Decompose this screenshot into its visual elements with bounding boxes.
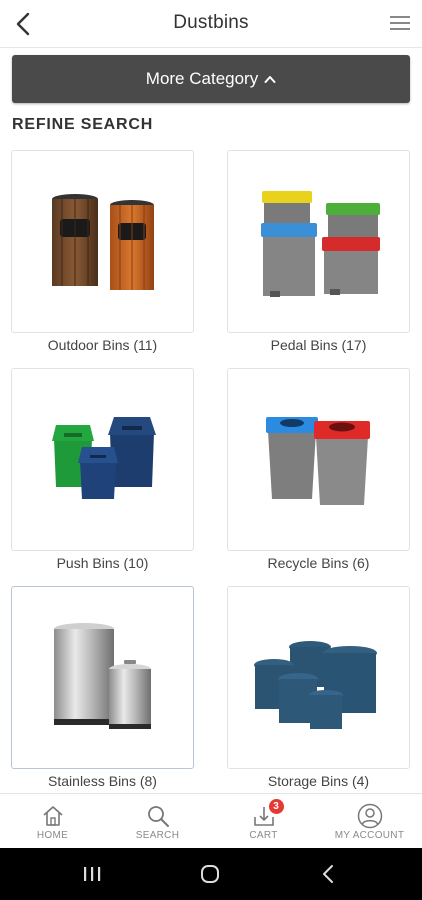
account-icon — [357, 803, 383, 829]
push-bins-image — [52, 417, 156, 499]
pedal-bins-image — [261, 191, 380, 297]
home-icon — [41, 803, 65, 829]
category-card-recycle-bins[interactable] — [227, 368, 410, 551]
category-label-stainless-bins[interactable]: Stainless Bins (8) — [11, 773, 194, 789]
menu-button[interactable] — [386, 10, 414, 36]
recycle-bins-image — [266, 417, 370, 505]
more-category-label: More Category — [145, 69, 259, 88]
category-card-push-bins[interactable] — [11, 368, 194, 551]
more-category-button[interactable]: More Category — [12, 55, 410, 103]
page-title: Dustbins — [173, 12, 249, 33]
system-back-icon[interactable] — [308, 862, 348, 886]
home-circle-icon[interactable] — [190, 862, 230, 886]
hamburger-menu-icon — [390, 16, 410, 30]
category-card-stainless-bins[interactable] — [11, 586, 194, 769]
category-card-storage-bins[interactable] — [227, 586, 410, 769]
category-label-push-bins[interactable]: Push Bins (10) — [11, 555, 194, 571]
recent-apps-icon[interactable] — [72, 862, 112, 886]
system-navigation-bar — [0, 848, 422, 900]
nav-my-account-label: MY ACCOUNT — [334, 830, 405, 841]
cart-download-icon: 3 — [252, 799, 284, 829]
nav-search-label: SEARCH — [135, 830, 180, 841]
search-icon — [146, 803, 170, 829]
refine-search-heading: REFINE SEARCH — [12, 116, 154, 133]
nav-home-label: HOME — [36, 830, 69, 841]
nav-cart-label: CART — [249, 830, 278, 841]
storage-bins-image — [254, 641, 377, 729]
nav-home[interactable]: HOME — [0, 794, 105, 849]
category-label-outdoor-bins[interactable]: Outdoor Bins (11) — [11, 337, 194, 353]
bottom-navigation: HOME SEARCH 3 CART MY ACCOUNT — [0, 793, 422, 848]
nav-cart[interactable]: 3 CART — [211, 794, 316, 849]
nav-search[interactable]: SEARCH — [105, 794, 210, 849]
stainless-bins-image — [54, 623, 151, 729]
chevron-up-icon — [264, 69, 276, 89]
category-label-pedal-bins[interactable]: Pedal Bins (17) — [227, 337, 410, 353]
category-card-outdoor-bins[interactable] — [11, 150, 194, 333]
top-app-bar: Dustbins — [0, 0, 422, 48]
outdoor-bins-image — [52, 194, 154, 290]
category-label-storage-bins[interactable]: Storage Bins (4) — [227, 773, 410, 789]
cart-count-badge: 3 — [268, 799, 284, 814]
category-card-pedal-bins[interactable] — [227, 150, 410, 333]
nav-my-account[interactable]: MY ACCOUNT — [317, 794, 422, 849]
category-label-recycle-bins[interactable]: Recycle Bins (6) — [227, 555, 410, 571]
